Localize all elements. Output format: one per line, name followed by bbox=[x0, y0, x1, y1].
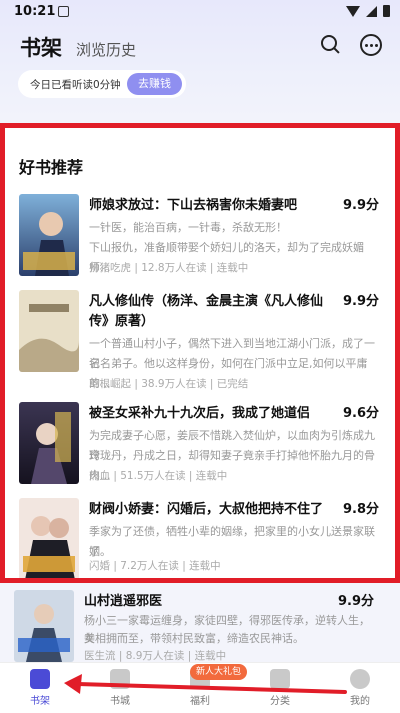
book-meta: 扮猪吃虎 | 12.8万人在读 | 连载中 bbox=[89, 262, 249, 274]
profile-icon bbox=[350, 669, 370, 689]
tab-browse-history[interactable]: 浏览历史 bbox=[76, 39, 136, 62]
book-score: 9.9分 bbox=[337, 594, 374, 609]
book-meta: 草根崛起 | 38.9万人在读 | 已完结 bbox=[89, 378, 249, 390]
more-icon[interactable] bbox=[360, 34, 382, 56]
reading-time-pill: 今日已看听读0分钟 去赚钱 bbox=[18, 70, 186, 98]
book-desc: 一针医，能治百病，一针毒，杀敌无形！ bbox=[89, 221, 287, 234]
notification-icon bbox=[58, 6, 69, 17]
book-title: 财阀小娇妻：闪婚后，大叔他把持不住了 bbox=[89, 502, 324, 517]
nav-label: 书架 bbox=[30, 696, 50, 707]
book-title: 凡人修仙传（杨洋、金晨主演《凡人修仙传》原著） bbox=[89, 294, 324, 329]
search-icon[interactable] bbox=[320, 34, 340, 54]
earn-money-button[interactable]: 去赚钱 bbox=[127, 73, 182, 95]
recommend-section: 好书推荐 师娘求放过：下山去祸害你未婚妻吧 9.9分 一针医，能治百病，一针毒，… bbox=[0, 123, 400, 583]
annotation-arrow bbox=[64, 674, 347, 694]
book-item[interactable]: 凡人修仙传（杨洋、金晨主演《凡人修仙传》原著） 9.9分 一个普通山村小子，偶然… bbox=[19, 290, 381, 390]
wifi-icon bbox=[346, 5, 360, 17]
book-desc: 女相拥而至，带领村民致富，缔造农民神话。 bbox=[84, 632, 304, 645]
book-score: 9.6分 bbox=[342, 406, 379, 421]
book-meta: 闪婚 | 7.2万人在读 | 连载中 bbox=[89, 560, 221, 572]
book-score: 9.9分 bbox=[342, 198, 379, 213]
book-cover bbox=[14, 590, 74, 662]
bookshelf-icon bbox=[30, 669, 50, 689]
reading-time-text: 今日已看听读0分钟 bbox=[30, 78, 121, 91]
book-cover bbox=[19, 402, 79, 484]
book-cover bbox=[19, 290, 79, 372]
header-tabs: 书架 浏览历史 bbox=[20, 28, 136, 62]
book-title: 被圣女采补九十九次后，我成了她道侣 bbox=[89, 406, 311, 421]
signal-icon bbox=[366, 5, 377, 17]
tab-bookshelf[interactable]: 书架 bbox=[20, 32, 62, 62]
book-item[interactable]: 被圣女采补九十九次后，我成了她道侣 9.6分 为完成妻子心愿，姜辰不惜跳入焚仙炉… bbox=[19, 402, 381, 498]
book-score: 9.9分 bbox=[342, 294, 379, 309]
book-title: 山村逍遥邪医 bbox=[84, 594, 163, 609]
book-cover bbox=[19, 194, 79, 276]
book-title: 师娘求放过：下山去祸害你未婚妻吧 bbox=[89, 198, 298, 213]
book-item[interactable]: 师娘求放过：下山去祸害你未婚妻吧 9.9分 一针医，能治百病，一针毒，杀敌无形！… bbox=[19, 194, 381, 290]
recommend-title: 好书推荐 bbox=[19, 158, 84, 177]
nav-label: 我的 bbox=[350, 696, 370, 707]
header-actions bbox=[320, 34, 382, 56]
battery-icon bbox=[383, 5, 390, 17]
book-meta: 热血 | 51.5万人在读 | 连载中 bbox=[89, 470, 228, 482]
status-time: 10:21 bbox=[14, 4, 56, 19]
book-item[interactable]: 山村逍遥邪医 9.9分 杨小三一家霉运缠身，家徒四壁，得邪医传承，逆转人生，美 … bbox=[14, 590, 376, 670]
book-score: 9.8分 bbox=[342, 502, 379, 517]
book-item[interactable]: 财阀小娇妻：闪婚后，大叔他把持不住了 9.8分 季家为了还债，牺牲小辈的姻缘，把… bbox=[19, 498, 381, 578]
status-bar: 10:21 bbox=[0, 0, 400, 24]
book-cover bbox=[19, 498, 79, 578]
status-icons bbox=[346, 5, 390, 17]
